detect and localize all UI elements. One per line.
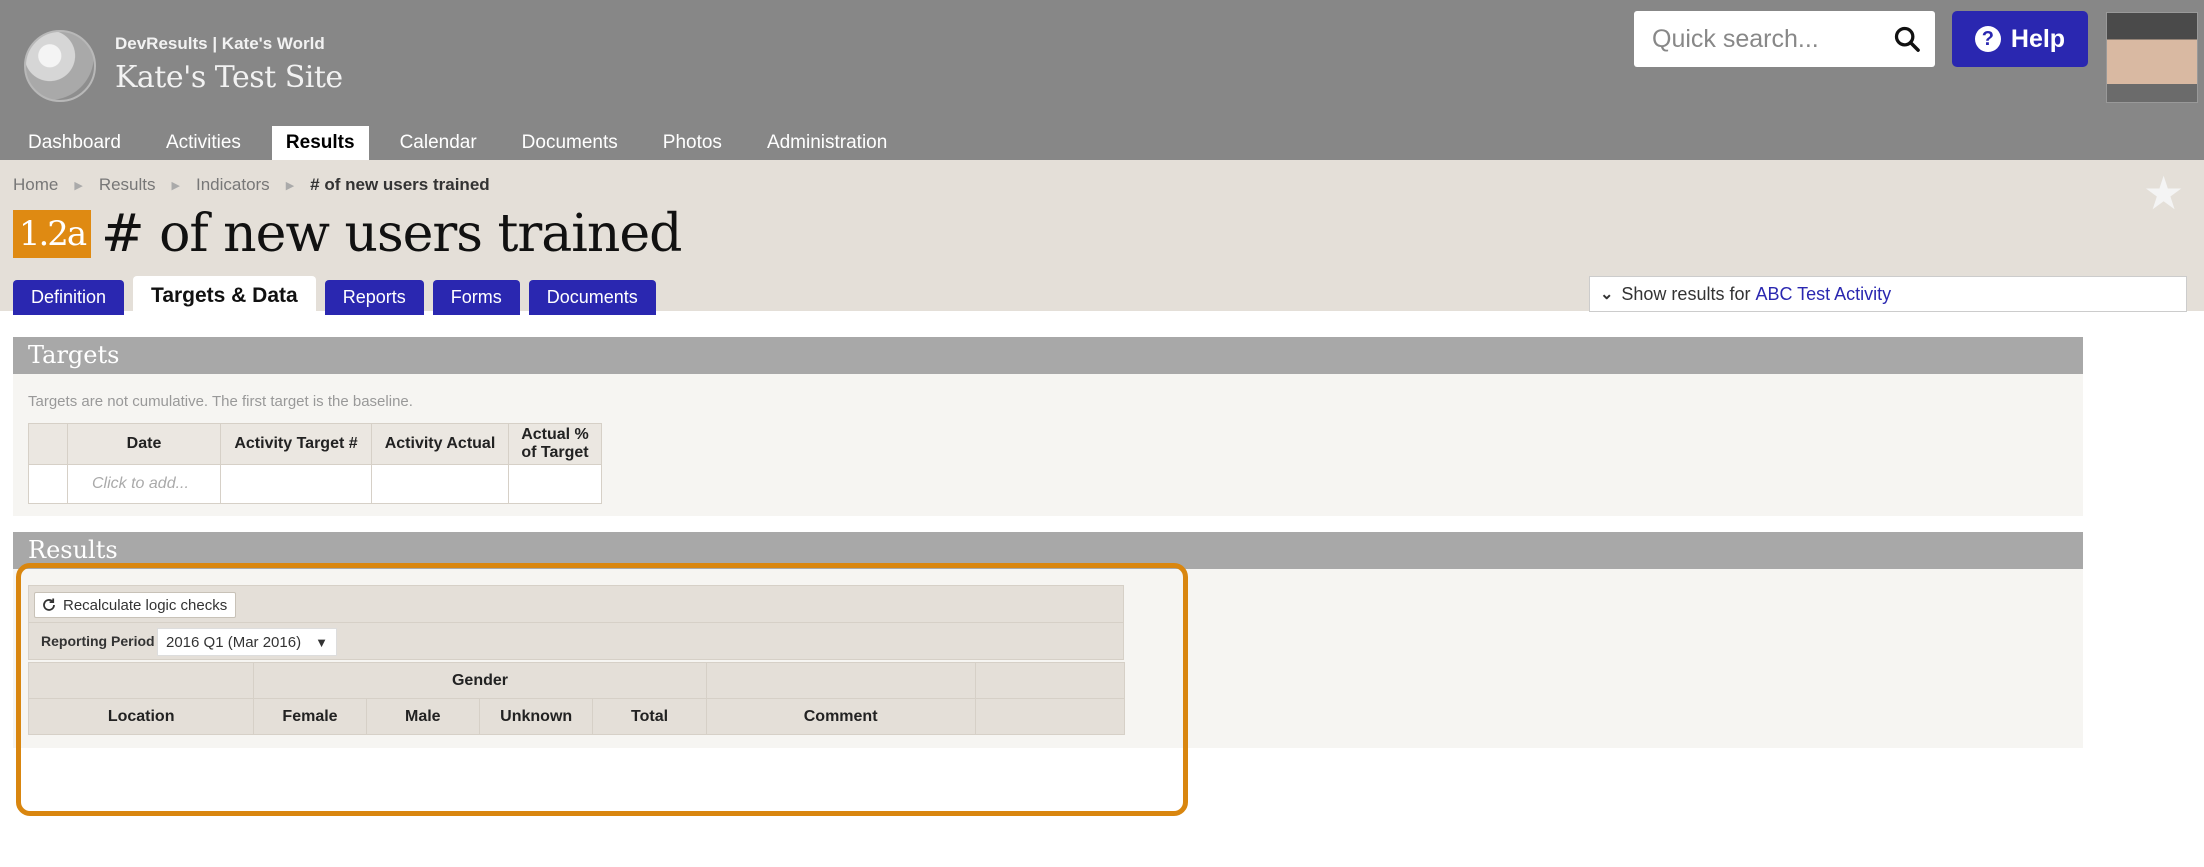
click-to-add-cell[interactable]: Click to add... xyxy=(67,464,221,504)
targets-cell xyxy=(28,464,68,504)
targets-col-activity-actual: Activity Actual xyxy=(371,423,509,465)
nav-item-documents[interactable]: Documents xyxy=(508,126,632,160)
targets-heading: Targets xyxy=(28,341,120,369)
breadcrumb-indicators[interactable]: Indicators xyxy=(196,175,270,195)
help-button[interactable]: ? Help xyxy=(1952,11,2088,67)
breadcrumb-home[interactable]: Home xyxy=(13,175,58,195)
breadcrumb-results[interactable]: Results xyxy=(99,175,156,195)
tab-reports[interactable]: Reports xyxy=(324,280,424,315)
nav-item-activities[interactable]: Activities xyxy=(152,126,255,160)
avatar[interactable] xyxy=(2106,12,2198,103)
tab-targets-data[interactable]: Targets & Data xyxy=(133,276,316,315)
nav-item-dashboard[interactable]: Dashboard xyxy=(14,126,135,160)
breadcrumb-current: # of new users trained xyxy=(310,175,490,194)
favorite-star-icon[interactable]: ★ xyxy=(2143,166,2184,220)
devresults-logo[interactable] xyxy=(24,30,96,102)
targets-cell xyxy=(508,464,602,504)
nav-item-photos[interactable]: Photos xyxy=(649,126,736,160)
indicator-code-badge: 1.2a xyxy=(13,210,91,258)
targets-cell xyxy=(371,464,509,504)
tab-documents[interactable]: Documents xyxy=(528,280,656,315)
targets-col-date: Date xyxy=(67,423,221,465)
quick-search xyxy=(1634,11,1935,67)
targets-note: Targets are not cumulative. The first ta… xyxy=(28,393,413,410)
nav-item-results[interactable]: Results xyxy=(271,126,369,160)
nav-item-administration[interactable]: Administration xyxy=(753,126,901,160)
question-circle-icon: ? xyxy=(1974,26,2001,52)
search-input[interactable] xyxy=(1652,11,1892,67)
site-title[interactable]: Kate's Test Site xyxy=(115,60,343,95)
targets-table: Date Activity Target # Activity Actual A… xyxy=(28,423,602,504)
search-icon[interactable] xyxy=(1893,25,1921,53)
targets-col-actual-percent: Actual % of Target xyxy=(508,423,602,465)
site-header: DevResults | Kate's World Kate's Test Si… xyxy=(0,0,2204,160)
indicator-tabs: Definition Targets & Data Reports Forms … xyxy=(13,276,665,315)
tab-forms[interactable]: Forms xyxy=(432,280,520,315)
breadcrumb-separator-icon: ▶ xyxy=(74,179,83,192)
site-super-title: DevResults | Kate's World xyxy=(115,34,325,53)
tab-definition[interactable]: Definition xyxy=(13,280,125,315)
chevron-down-icon: ⌄ xyxy=(1600,286,1614,303)
filter-activity-link[interactable]: ABC Test Activity xyxy=(1755,284,1891,305)
targets-col-blank xyxy=(28,423,68,465)
help-label: Help xyxy=(2010,24,2066,53)
targets-col-activity-target: Activity Target # xyxy=(220,423,372,465)
page-title: # of new users trained xyxy=(101,204,682,264)
main-nav: Dashboard Activities Results Calendar Do… xyxy=(14,126,918,160)
show-results-for-filter[interactable]: ⌄ Show results for ABC Test Activity xyxy=(1589,276,2187,312)
highlight-annotation-frame xyxy=(16,563,1188,816)
targets-cell xyxy=(220,464,372,504)
targets-section-header: Targets xyxy=(13,337,2083,374)
breadcrumb: Home ▶ Results ▶ Indicators ▶ # of new u… xyxy=(13,175,490,195)
table-row: Click to add... xyxy=(28,464,602,504)
filter-prefix: Show results for xyxy=(1621,283,1751,304)
breadcrumb-separator-icon: ▶ xyxy=(285,179,295,192)
results-heading: Results xyxy=(28,536,118,564)
breadcrumb-separator-icon: ▶ xyxy=(171,179,180,192)
nav-item-calendar[interactable]: Calendar xyxy=(386,126,491,160)
